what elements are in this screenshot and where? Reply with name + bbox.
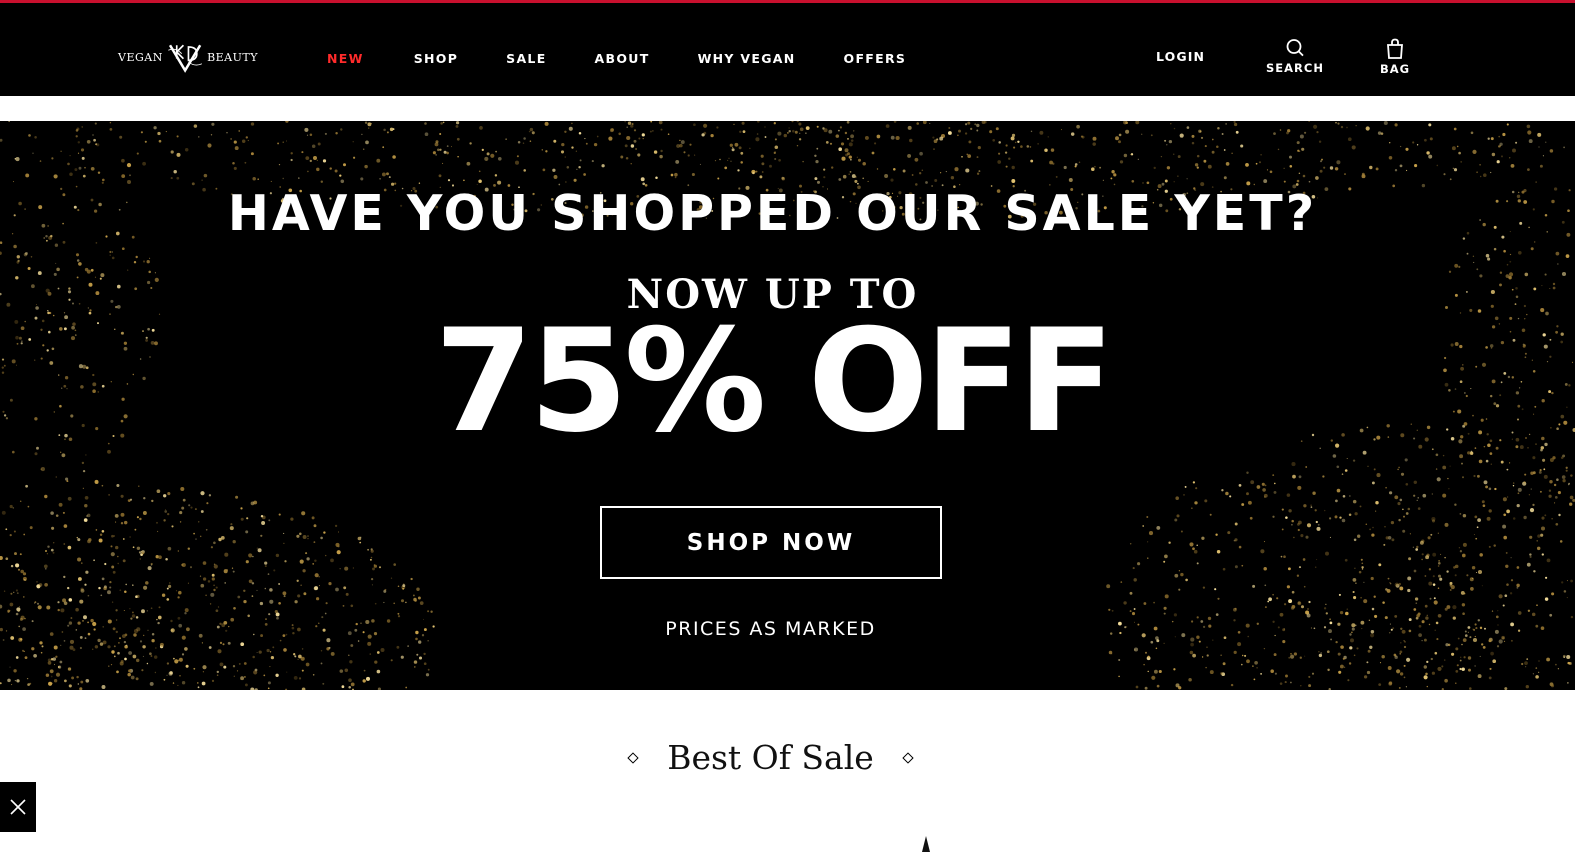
bag-label: BAG [1380,62,1411,76]
prices-note: PRICES AS MARKED [665,618,876,640]
nav-item-sale[interactable]: SALE [506,51,546,66]
brand-logo[interactable]: VEGAN BEAUTY [118,37,258,77]
close-button[interactable] [0,782,36,832]
hero-headline: HAVE YOU SHOPPED OUR SALE YET? [227,185,1318,242]
search-label: SEARCH [1266,61,1324,75]
site-header: VEGAN BEAUTY NEW SHOP SALE ABOUT WHY VEG… [0,0,1575,96]
hero-discount: 75% OFF [434,299,1114,464]
section-header: Best Of Sale [0,738,1541,777]
nav-item-about[interactable]: ABOUT [595,51,650,66]
login-link[interactable]: LOGIN [1156,49,1205,64]
search-icon [1286,39,1304,57]
nav-item-why-vegan[interactable]: WHY VEGAN [698,51,796,66]
search-button[interactable]: SEARCH [1266,38,1324,75]
brand-monogram-icon [168,44,202,73]
brand-word-right: BEAUTY [207,50,258,64]
nav-item-shop[interactable]: SHOP [414,51,458,66]
bag-icon [1387,38,1404,59]
main-nav: NEW SHOP SALE ABOUT WHY VEGAN OFFERS [327,51,906,66]
nav-item-offers[interactable]: OFFERS [844,51,907,66]
diamond-icon [902,751,914,764]
section-title: Best Of Sale [667,738,874,777]
diamond-icon [627,751,639,764]
brand-word-left: VEGAN [118,50,163,64]
close-icon [10,799,26,815]
hero-banner[interactable]: HAVE YOU SHOPPED OUR SALE YET? NOW UP TO… [0,121,1575,690]
bag-button[interactable]: BAG [1380,38,1410,76]
shop-now-button[interactable]: SHOP NOW [600,506,942,579]
nav-item-new[interactable]: NEW [327,51,364,66]
product-image-peek [922,836,930,852]
